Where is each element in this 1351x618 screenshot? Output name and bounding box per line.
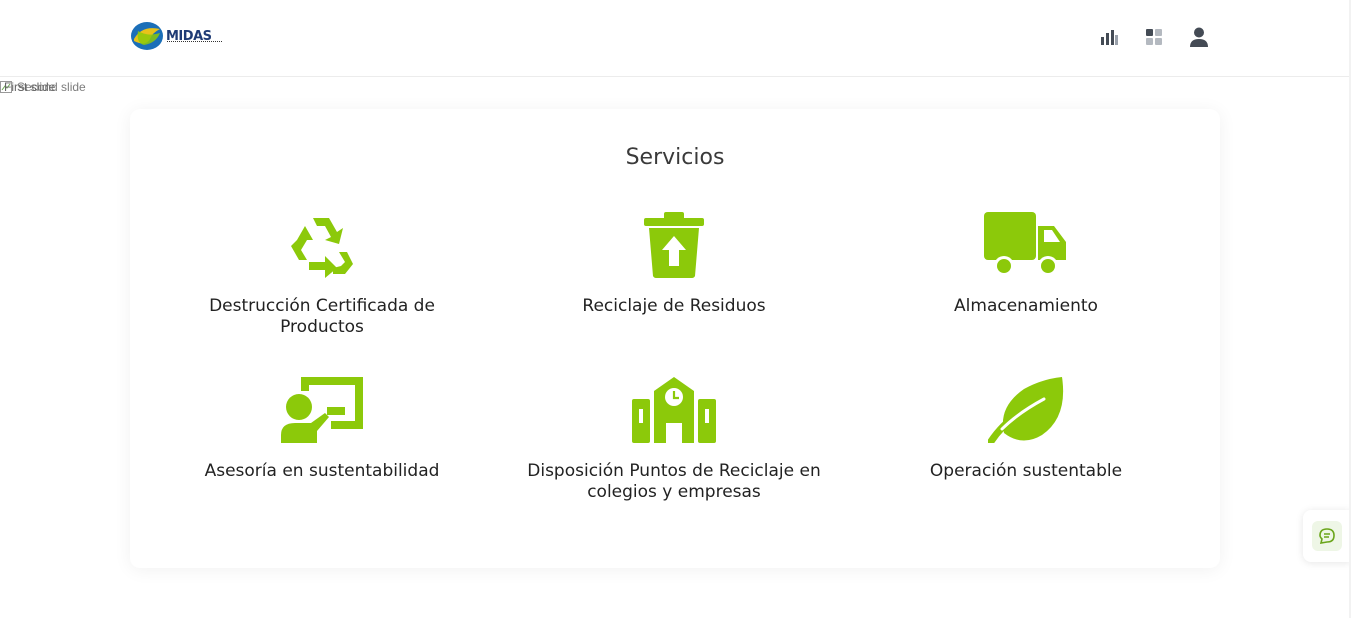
truck-icon (876, 210, 1176, 280)
recycle-icon (172, 210, 472, 280)
midas-logo-mark-icon (131, 22, 163, 50)
presentation-icon (172, 375, 472, 445)
service-label: Operación sustentable (929, 461, 1123, 481)
services-title: Servicios (625, 145, 725, 170)
service-item-destruccion[interactable]: Destrucción Certificada de Productos (172, 210, 472, 338)
service-label: Asesoría en sustentabilidad (204, 461, 440, 481)
chat-widget-button[interactable] (1303, 510, 1351, 562)
service-label: Reciclaje de Residuos (582, 296, 766, 316)
user-icon[interactable] (1176, 24, 1221, 50)
service-label: Disposición Puntos de Reciclaje en coleg… (527, 461, 821, 502)
bar-chart-icon[interactable] (1086, 24, 1131, 50)
service-item-almacenamiento[interactable]: Almacenamiento (876, 210, 1176, 317)
midas-logo[interactable]: MIDAS (130, 19, 226, 53)
carousel-alt-text-2: Second slide (17, 80, 86, 94)
service-label: Destrucción Certificada de Productos (209, 296, 435, 337)
school-icon (524, 375, 824, 445)
chat-icon (1312, 521, 1342, 551)
trash-upload-icon (524, 210, 824, 280)
service-item-reciclaje[interactable]: Reciclaje de Residuos (524, 210, 824, 317)
service-item-asesoria[interactable]: Asesoría en sustentabilidad (172, 375, 472, 482)
service-label: Almacenamiento (954, 296, 1098, 316)
service-item-operacion[interactable]: Operación sustentable (876, 375, 1176, 482)
logo-tagline-dots (167, 41, 222, 45)
nav-icon-group (1086, 24, 1221, 50)
top-navbar: MIDAS (0, 0, 1351, 77)
leaf-icon (876, 375, 1176, 445)
grid-icon[interactable] (1131, 24, 1176, 50)
services-card: Servicios Destrucción Certificada de Pro… (130, 109, 1220, 568)
service-item-puntos-reciclaje[interactable]: Disposición Puntos de Reciclaje en coleg… (524, 375, 824, 503)
